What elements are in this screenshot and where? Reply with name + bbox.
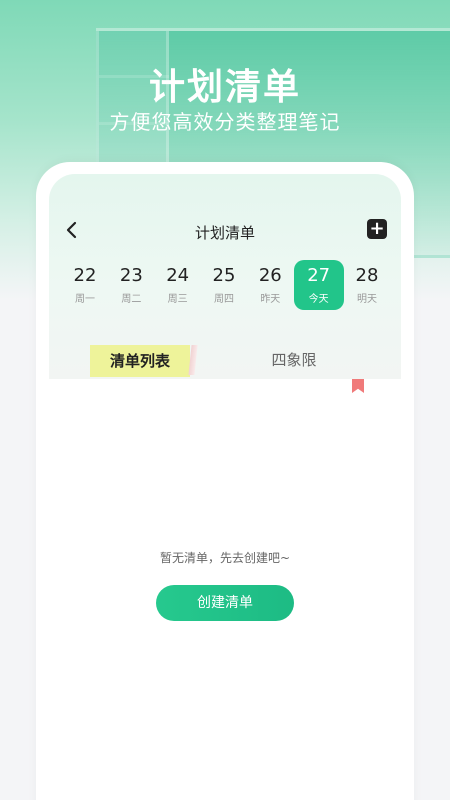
day-item[interactable]: 22 周一 [62, 260, 108, 310]
day-item[interactable]: 28 明天 [344, 260, 390, 310]
list-content: 暂无清单，先去创建吧~ 创建清单 [49, 379, 401, 800]
week-strip: 22 周一 23 周二 24 周三 25 周四 26 昨天 27 今天 28 明… [62, 260, 390, 310]
day-item[interactable]: 23 周二 [108, 260, 154, 310]
day-number: 22 [73, 265, 97, 286]
day-number: 28 [355, 265, 379, 286]
day-label: 明天 [356, 294, 377, 305]
day-item[interactable]: 24 周三 [155, 260, 201, 310]
day-item[interactable]: 26 昨天 [247, 260, 293, 310]
plus-square-icon: + [369, 218, 385, 239]
app-screen: 计划清单 + 22 周一 23 周二 24 周三 25 周四 26 昨天 27 … [49, 174, 401, 800]
page-title: 计划清单 [194, 224, 255, 242]
day-number: 24 [166, 265, 190, 286]
day-item-today[interactable]: 27 今天 [293, 260, 344, 310]
day-label: 周三 [167, 294, 188, 305]
day-number: 26 [258, 265, 282, 286]
phone-mockup: 计划清单 + 22 周一 23 周二 24 周三 25 周四 26 昨天 27 … [36, 162, 414, 800]
add-button[interactable]: + [367, 219, 387, 239]
tab-quadrant[interactable]: 四象限 [249, 347, 339, 373]
view-tabs: 清单列表 四象限 [49, 342, 401, 379]
day-label: 周二 [121, 294, 142, 305]
hero-subtitle: 方便您高效分类整理笔记 [109, 110, 341, 134]
tab-list[interactable]: 清单列表 [90, 345, 190, 377]
bookmark-icon [352, 379, 364, 393]
day-label: 昨天 [260, 294, 281, 305]
day-label: 周四 [213, 294, 234, 305]
day-number: 27 [307, 265, 331, 286]
empty-state-text: 暂无清单，先去创建吧~ [159, 551, 291, 565]
hero-title: 计划清单 [148, 67, 301, 108]
day-label: 周一 [75, 294, 95, 305]
day-item[interactable]: 25 周四 [201, 260, 247, 310]
day-label: 今天 [308, 294, 329, 305]
day-number: 23 [119, 265, 143, 286]
create-list-button[interactable]: 创建清单 [156, 585, 294, 621]
day-number: 25 [212, 265, 236, 286]
